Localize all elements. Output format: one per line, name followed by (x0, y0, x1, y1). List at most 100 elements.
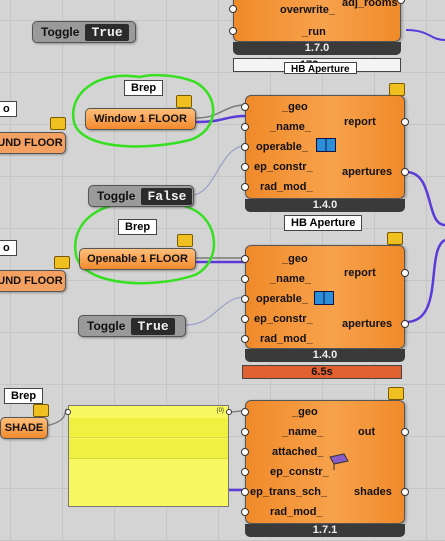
input-label: _name_ (270, 121, 311, 133)
input-port[interactable] (241, 275, 249, 283)
flag-icon (388, 387, 404, 400)
output-label: shades (354, 486, 392, 498)
toggle-label: Toggle (87, 319, 126, 333)
input-label: rad_mod_ (260, 333, 313, 345)
flag-icon (50, 117, 66, 130)
input-label: ep_constr_ (254, 161, 313, 173)
boolean-toggle[interactable]: Toggle True (32, 21, 136, 43)
input-label: _run (302, 26, 326, 38)
input-port[interactable] (241, 255, 249, 263)
param-label: SHADE (4, 422, 44, 434)
param-label: UND FLOOR (0, 275, 63, 287)
input-port[interactable] (241, 123, 249, 131)
top-component[interactable]: overwrite_ _run adj_rooms (229, 0, 405, 42)
input-port[interactable] (229, 5, 237, 13)
component-title-bubble: HB Aperture (284, 215, 363, 231)
hb-aperture-component[interactable]: _geo _name_ operable_ ep_constr_ rad_mod… (241, 95, 409, 199)
output-label: apertures (342, 166, 393, 178)
input-label: _name_ (282, 426, 323, 438)
wire-active (405, 29, 445, 41)
param-name-bubble: Brep (118, 219, 158, 235)
wire (191, 145, 246, 196)
toggle-value[interactable]: True (85, 23, 129, 41)
input-label: overwrite_ (280, 4, 336, 16)
component-title-bubble: HB Aperture (284, 62, 357, 75)
input-label: _geo (292, 406, 318, 418)
partial-bubble: o (0, 101, 17, 117)
wire-active (405, 238, 445, 324)
input-port[interactable] (241, 448, 249, 456)
flag-icon (389, 83, 405, 96)
input-port[interactable] (241, 468, 249, 476)
input-port[interactable] (229, 27, 237, 35)
output-port[interactable] (401, 428, 409, 436)
output-port[interactable] (401, 320, 409, 328)
input-label: ep_constr_ (254, 313, 313, 325)
aperture-icon (316, 138, 336, 152)
input-port[interactable] (241, 335, 249, 343)
param-label: Window 1 FLOOR (94, 113, 187, 125)
input-port[interactable] (241, 488, 249, 496)
input-port[interactable] (241, 508, 249, 516)
openable-brep-param[interactable]: Openable 1 FLOOR (79, 248, 196, 270)
output-label: out (358, 426, 376, 438)
toggle-label: Toggle (41, 25, 80, 39)
input-label: operable_ (256, 141, 308, 153)
param-label: UND FLOOR (0, 137, 63, 149)
input-label: rad_mod_ (270, 506, 323, 518)
shade-brep-param[interactable]: SHADE (0, 417, 48, 439)
toggle-value[interactable]: False (141, 187, 193, 205)
window-brep-param[interactable]: Window 1 FLOOR (85, 108, 196, 130)
partial-bubble: o (0, 240, 17, 256)
aperture-icon (314, 291, 334, 305)
output-port[interactable] (401, 488, 409, 496)
panel-path-label: {0} (216, 408, 224, 414)
output-port[interactable] (401, 168, 409, 176)
output-label: report (344, 267, 376, 279)
input-label: operable_ (256, 293, 308, 305)
input-label: ep_constr_ (270, 466, 329, 478)
param-label: Openable 1 FLOOR (87, 253, 188, 265)
flag-icon (387, 232, 403, 245)
input-port[interactable] (241, 163, 249, 171)
version-bar: 1.4.0 (245, 349, 405, 362)
boolean-toggle[interactable]: Toggle False (88, 185, 194, 207)
input-label: _geo (282, 253, 308, 265)
shade-icon (329, 453, 349, 470)
output-label: apertures (342, 318, 393, 330)
yellow-panel[interactable]: {0} (65, 405, 232, 507)
boolean-toggle[interactable]: Toggle True (78, 315, 186, 337)
ground-floor-param[interactable]: UND FLOOR (0, 132, 66, 154)
input-label: attached_ (272, 446, 324, 458)
annotation-circle (73, 201, 216, 285)
input-port[interactable] (241, 103, 249, 111)
wire (185, 296, 246, 326)
input-label: rad_mod_ (260, 181, 313, 193)
output-port[interactable] (401, 118, 409, 126)
toggle-value[interactable]: True (131, 317, 175, 335)
output-label: report (344, 116, 376, 128)
panel-row (69, 418, 228, 438)
wire-active (405, 170, 445, 227)
input-port[interactable] (241, 183, 249, 191)
hb-aperture-component[interactable]: _geo _name_ operable_ ep_constr_ rad_mod… (241, 245, 409, 349)
flag-icon (176, 95, 192, 108)
panel-port[interactable] (226, 409, 232, 415)
hb-shade-component[interactable]: _geo _name_ attached_ ep_constr_ ep_tran… (241, 400, 409, 524)
panel-row (69, 439, 228, 459)
flag-icon (54, 256, 70, 269)
output-port[interactable] (401, 269, 409, 277)
runtime-bar: 6.5s (242, 365, 402, 379)
input-port[interactable] (241, 143, 249, 151)
input-port[interactable] (241, 408, 249, 416)
input-port[interactable] (241, 295, 249, 303)
input-port[interactable] (241, 428, 249, 436)
param-name-bubble: Brep (124, 80, 164, 96)
version-bar: 1.7.1 (245, 524, 405, 537)
output-label: adj_rooms (342, 0, 398, 9)
ground-floor-param[interactable]: UND FLOOR (0, 270, 66, 292)
param-name-bubble: Brep (4, 388, 44, 404)
panel-port[interactable] (65, 409, 71, 415)
input-port[interactable] (241, 315, 249, 323)
version-bar: 1.7.0 (233, 42, 401, 55)
